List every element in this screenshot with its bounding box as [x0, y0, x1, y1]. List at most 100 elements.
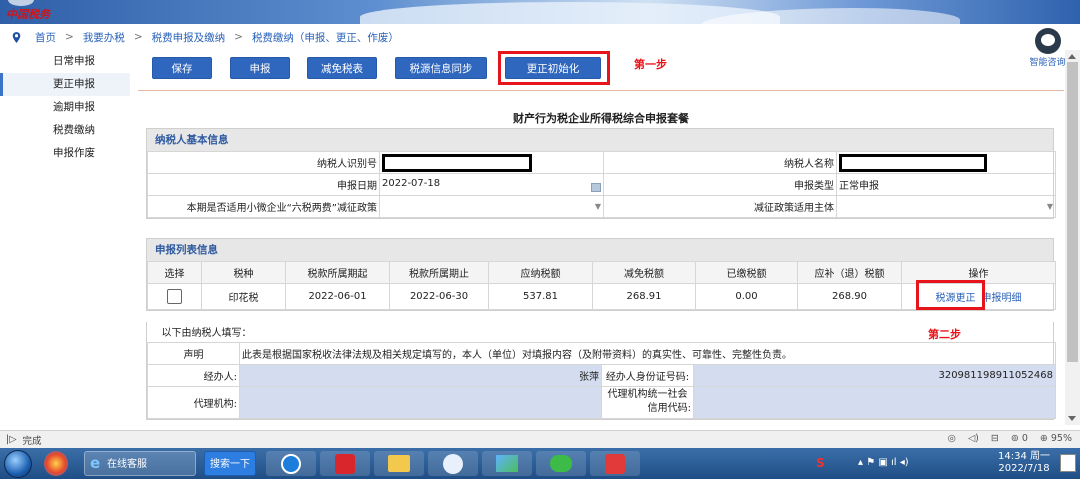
zoom-level: 95%: [1050, 433, 1072, 444]
clock[interactable]: 14:34 周一 2022/7/18: [998, 451, 1050, 475]
basic-info-panel: 纳税人基本信息 纳税人识别号 纳税人名称 申报日期 2022-07-18 申报类…: [146, 128, 1056, 219]
breadcrumb-declare-pay[interactable]: 税费申报及缴纳: [152, 30, 226, 45]
show-desktop-button[interactable]: [1060, 454, 1076, 472]
select-cell: [147, 283, 202, 310]
row-checkbox[interactable]: [167, 289, 182, 304]
sidebar-item-overdue-declare[interactable]: 逾期申报: [0, 96, 130, 119]
basic-info-heading: 纳税人基本信息: [147, 129, 1053, 151]
status-right: ◎ ◁) ⊟ ⊚ 0 ⊕ 95%: [948, 433, 1072, 444]
column-header: 减免税额: [592, 261, 696, 284]
declare-detail-link[interactable]: 申报明细: [982, 293, 1022, 304]
exemption-form-button[interactable]: 减免税表: [307, 57, 377, 79]
taxpayer-id-field[interactable]: [379, 151, 604, 174]
declaration-panel: 以下由纳税人填写： 声明 此表是根据国家税收法律法规及相关规定填写的，本人（单位…: [146, 322, 1056, 420]
scroll-thumb[interactable]: [1067, 62, 1078, 362]
due-cell: 268.90: [797, 283, 902, 310]
scroll-down-icon[interactable]: [1068, 416, 1076, 421]
sync-tax-source-button[interactable]: 税源信息同步: [395, 57, 487, 79]
column-header: 应补（退）税额: [797, 261, 902, 284]
status-bar: |▷ 完成 ◎ ◁) ⊟ ⊚ 0 ⊕ 95%: [0, 430, 1080, 448]
tray-icons[interactable]: ▴ ⚑ ▣ ıl ◂): [858, 457, 909, 468]
clock-date: 2022/7/18: [998, 463, 1050, 474]
system-tray: S ▴ ⚑ ▣ ıl ◂) 14:34 周一 2022/7/18: [810, 448, 1080, 479]
agency-credit-field[interactable]: [693, 385, 1056, 419]
agent-id-label: 经办人身份证号码:: [601, 363, 694, 387]
app-wechat-icon[interactable]: [536, 451, 586, 476]
save-button[interactable]: 保存: [152, 57, 212, 79]
declare-list-heading: 申报列表信息: [147, 239, 1053, 261]
reduction-cell: 268.91: [592, 283, 696, 310]
download-counter[interactable]: ⊚ 0: [1011, 433, 1028, 444]
page-title: 财产行为税企业所得税综合申报套餐: [513, 112, 689, 125]
breadcrumb-current[interactable]: 税费缴纳（申报、更正、作废）: [252, 30, 399, 45]
period-start-cell: 2022-06-01: [285, 283, 390, 310]
divider: [138, 90, 1064, 91]
agency-field[interactable]: [239, 385, 602, 419]
agency-credit-label-line2: 信用代码:: [647, 403, 691, 414]
tax-type-cell: 印花税: [201, 283, 286, 310]
taxpayer-name-field[interactable]: [836, 151, 1056, 174]
smart-consult-label: 智能咨询: [1029, 58, 1066, 68]
main-content: 财产行为税企业所得税综合申报套餐 纳税人基本信息 纳税人识别号 纳税人名称 申报…: [138, 90, 1064, 425]
policy-label: 本期是否适用小微企业“六税两费”减征政策: [147, 195, 380, 218]
highlight-box: [498, 51, 610, 85]
declare-date-label: 申报日期: [147, 173, 380, 196]
redacted-block: [839, 153, 987, 172]
sound-icon: ◁): [967, 433, 979, 444]
column-header: 应纳税额: [488, 261, 593, 284]
taskbar: e 在线客服 搜索一下 S ▴ ⚑ ▣ ıl ◂) 14:34 周一 2022/…: [0, 448, 1080, 479]
calendar-icon[interactable]: [591, 182, 601, 192]
top-banner: 中国税务: [0, 0, 1080, 24]
policy-subject-select[interactable]: ▼: [836, 195, 1056, 218]
payable-cell: 537.81: [488, 283, 593, 310]
breadcrumb: 首页 > 我要办税 > 税费申报及缴纳 > 税费缴纳（申报、更正、作废）: [0, 27, 1080, 47]
app-photo-icon[interactable]: [482, 451, 532, 476]
declare-button[interactable]: 申报: [230, 57, 290, 79]
app-wps-icon[interactable]: [320, 451, 370, 476]
sidebar-item-correct-declare[interactable]: 更正申报: [0, 73, 130, 96]
declare-date-value: 2022-07-18: [382, 177, 441, 189]
app-sogou-icon[interactable]: [266, 451, 316, 476]
app-360-icon[interactable]: [44, 451, 68, 476]
step1-label: 第一步: [634, 58, 667, 71]
breadcrumb-home[interactable]: 首页: [35, 30, 56, 45]
search-button[interactable]: 搜索一下: [204, 451, 256, 476]
page-status-icon: |▷: [6, 434, 17, 445]
column-header: 已缴税额: [695, 261, 798, 284]
zoom-control[interactable]: ⊕ 95%: [1040, 433, 1072, 444]
smart-consult-button[interactable]: 智能咨询: [1025, 28, 1070, 70]
start-button[interactable]: [4, 450, 32, 478]
breadcrumb-my-tax[interactable]: 我要办税: [83, 30, 125, 45]
agency-label: 代理机构:: [147, 385, 240, 419]
redacted-block: [382, 153, 532, 172]
taxpayer-id-label: 纳税人识别号: [147, 151, 380, 174]
policy-select[interactable]: ▼: [379, 195, 604, 218]
sidebar-item-tax-payment[interactable]: 税费缴纳: [0, 119, 130, 142]
app-paint-icon[interactable]: [428, 451, 478, 476]
breadcrumb-separator: >: [234, 31, 243, 43]
agent-name-field[interactable]: 张萍: [239, 363, 602, 387]
declare-date-field[interactable]: 2022-07-18: [379, 173, 604, 196]
app-folder-icon[interactable]: [374, 451, 424, 476]
clock-time: 14:34 周一: [998, 451, 1050, 462]
breadcrumb-separator: >: [133, 31, 143, 43]
download-count: 0: [1021, 433, 1028, 444]
column-header: 税款所属期止: [389, 261, 489, 284]
vertical-scrollbar[interactable]: [1065, 50, 1080, 425]
declaration-table: 以下由纳税人填写： 声明 此表是根据国家税收法律法规及相关规定填写的，本人（单位…: [147, 322, 1056, 419]
declare-type-label: 申报类型: [603, 173, 837, 196]
scroll-up-icon[interactable]: [1068, 54, 1076, 59]
sidebar-item-void-declare[interactable]: 申报作废: [0, 142, 130, 165]
chevron-down-icon: ▼: [1046, 202, 1053, 211]
sidebar-item-daily-declare[interactable]: 日常申报: [0, 50, 130, 73]
taskbar-ie-window[interactable]: e 在线客服: [84, 451, 196, 476]
agent-id-field[interactable]: 320981198911052468: [693, 363, 1056, 387]
ie-icon: e: [90, 454, 101, 472]
column-header: 选择: [147, 261, 202, 284]
highlight-box: [916, 280, 985, 310]
paid-cell: 0.00: [695, 283, 798, 310]
input-method-icon[interactable]: S: [816, 456, 825, 470]
breadcrumb-separator: >: [65, 31, 74, 43]
declare-type-value: 正常申报: [836, 173, 1056, 196]
app-note-icon[interactable]: [590, 451, 640, 476]
